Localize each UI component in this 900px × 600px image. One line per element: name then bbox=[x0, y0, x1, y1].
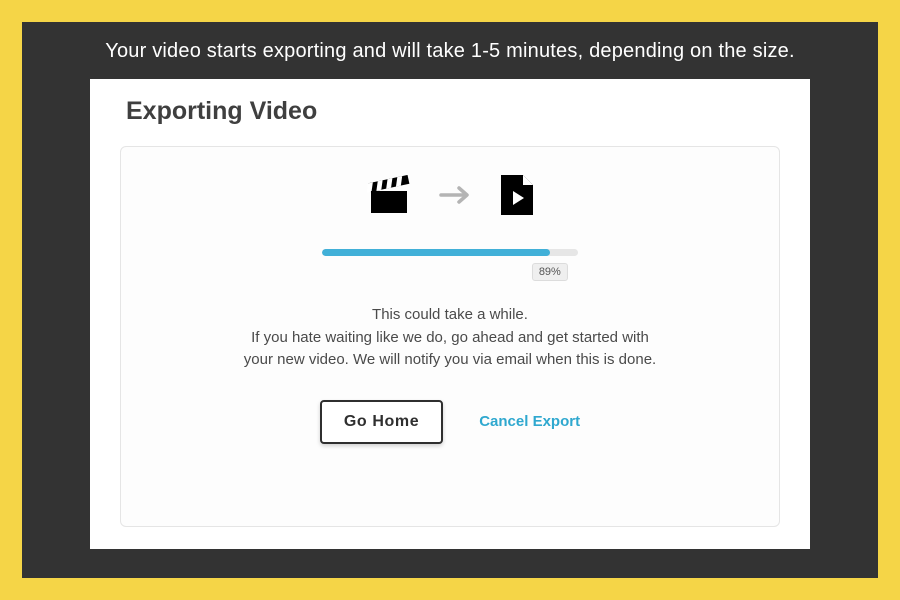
cancel-export-link[interactable]: Cancel Export bbox=[479, 413, 580, 430]
progress-track bbox=[322, 249, 578, 256]
progress-fill bbox=[322, 249, 550, 256]
message-line: If you hate waiting like we do, go ahead… bbox=[244, 327, 656, 350]
instruction-caption: Your video starts exporting and will tak… bbox=[105, 40, 795, 63]
video-file-icon bbox=[501, 175, 533, 215]
export-dialog: Exporting Video bbox=[90, 79, 810, 549]
progress-bar: 89% bbox=[322, 249, 578, 256]
dialog-title: Exporting Video bbox=[126, 97, 780, 126]
go-home-button[interactable]: Go Home bbox=[320, 400, 443, 444]
message-line: your new video. We will notify you via e… bbox=[244, 349, 656, 372]
export-icon-row bbox=[367, 175, 533, 215]
export-panel: 89% This could take a while. If you hate… bbox=[120, 146, 780, 527]
export-message: This could take a while. If you hate wai… bbox=[244, 304, 656, 372]
message-line: This could take a while. bbox=[244, 304, 656, 327]
progress-percent-badge: 89% bbox=[532, 263, 568, 281]
instruction-frame: Your video starts exporting and will tak… bbox=[22, 22, 878, 578]
arrow-right-icon bbox=[439, 186, 473, 204]
dialog-button-row: Go Home Cancel Export bbox=[320, 400, 580, 444]
clapperboard-icon bbox=[367, 175, 411, 215]
